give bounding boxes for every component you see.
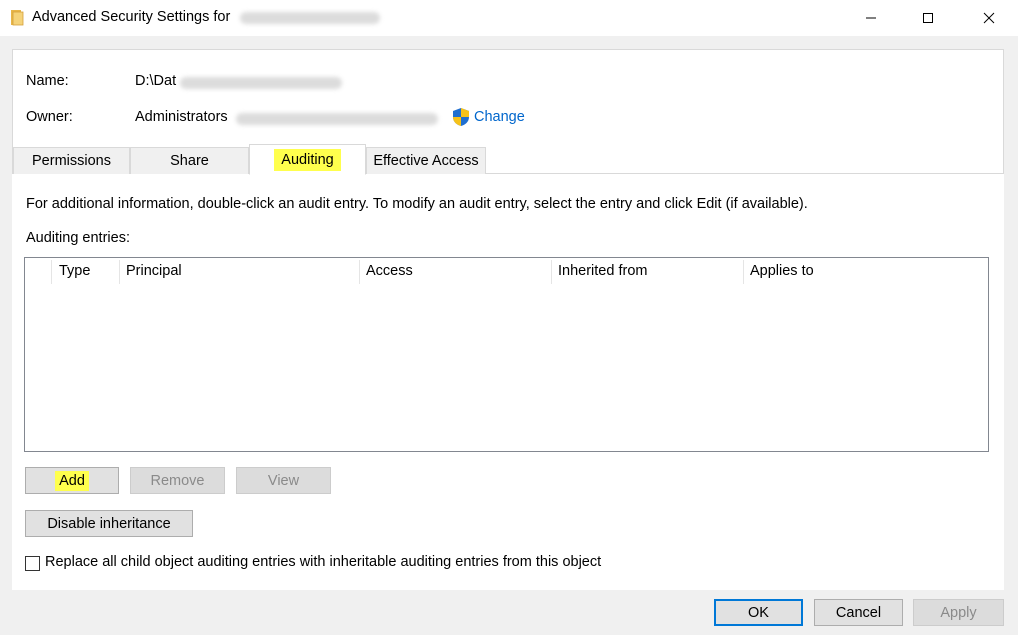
tab-label: Share	[170, 153, 209, 169]
redacted-owner	[236, 113, 438, 125]
column-separator	[51, 260, 52, 284]
replace-child-entries-label[interactable]: Replace all child object auditing entrie…	[45, 554, 601, 570]
close-button[interactable]	[966, 0, 1012, 36]
column-separator	[119, 260, 120, 284]
tab-permissions[interactable]: Permissions	[13, 147, 130, 174]
maximize-icon	[923, 13, 933, 23]
title-bar: Advanced Security Settings for	[0, 0, 1018, 36]
redacted-name	[180, 77, 342, 89]
tab-label: Permissions	[32, 153, 111, 169]
redacted-title-path	[240, 12, 380, 24]
tab-label: Effective Access	[373, 153, 479, 169]
ok-button[interactable]: OK	[714, 599, 803, 626]
name-label: Name:	[26, 73, 69, 89]
change-owner-link[interactable]: Change	[474, 109, 525, 125]
column-header-inherited-from[interactable]: Inherited from	[558, 263, 647, 279]
minimize-icon	[866, 17, 876, 19]
column-header-principal[interactable]: Principal	[126, 263, 182, 279]
auditing-description: For additional information, double-click…	[26, 196, 808, 212]
tab-effective-access[interactable]: Effective Access	[366, 147, 486, 174]
tab-share[interactable]: Share	[130, 147, 249, 174]
owner-label: Owner:	[26, 109, 73, 125]
column-separator	[743, 260, 744, 284]
window-title: Advanced Security Settings for	[32, 9, 231, 25]
column-separator	[359, 260, 360, 284]
owner-value: Administrators	[135, 109, 228, 125]
tab-auditing[interactable]: Auditing	[249, 144, 366, 175]
auditing-entries-label: Auditing entries:	[26, 230, 130, 246]
disable-inheritance-button[interactable]: Disable inheritance	[25, 510, 193, 537]
replace-child-entries-checkbox[interactable]	[25, 556, 40, 571]
add-button[interactable]: Add	[25, 467, 119, 494]
folder-icon	[11, 10, 24, 26]
cancel-button[interactable]: Cancel	[814, 599, 903, 626]
column-separator	[551, 260, 552, 284]
view-button[interactable]: View	[236, 467, 331, 494]
column-header-type[interactable]: Type	[59, 263, 90, 279]
column-header-access[interactable]: Access	[366, 263, 413, 279]
name-value: D:\Dat	[135, 73, 177, 89]
remove-button[interactable]: Remove	[130, 467, 225, 494]
tab-label: Auditing	[274, 148, 341, 171]
minimize-button[interactable]	[848, 0, 894, 36]
auditing-entries-list[interactable]: Type Principal Access Inherited from App…	[24, 257, 989, 452]
apply-button[interactable]: Apply	[913, 599, 1004, 626]
column-header-applies-to[interactable]: Applies to	[750, 263, 814, 279]
maximize-button[interactable]	[905, 0, 951, 36]
uac-shield-icon	[453, 108, 469, 126]
add-button-label: Add	[55, 470, 89, 491]
close-icon	[983, 12, 995, 24]
